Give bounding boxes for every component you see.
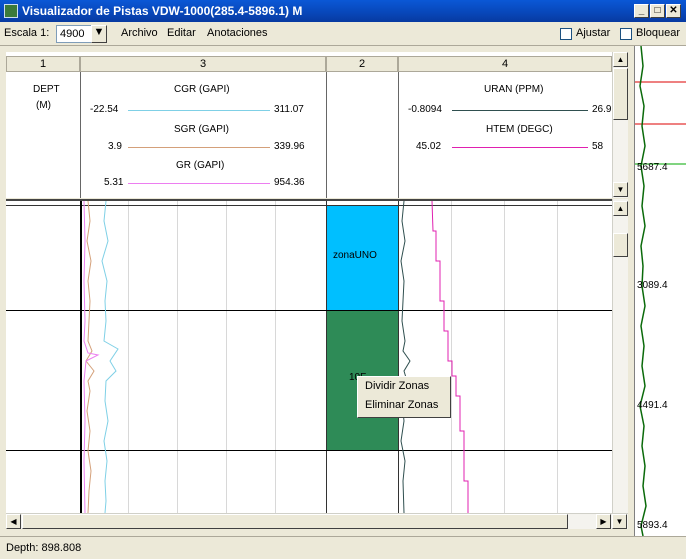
track-header-3[interactable]: 3 bbox=[80, 56, 326, 72]
horizontal-scroll-thumb[interactable] bbox=[22, 514, 568, 529]
header-divider bbox=[398, 72, 399, 198]
ajustar-label: Ajustar bbox=[576, 27, 611, 39]
track4-curves bbox=[400, 201, 469, 513]
curve-name-sgr[interactable]: SGR (GAPI) bbox=[174, 124, 229, 135]
grid-line bbox=[177, 201, 178, 513]
zone-label-1: zonaUNO bbox=[333, 250, 377, 261]
track-header-4[interactable]: 4 bbox=[398, 56, 612, 72]
depth-label-2: 3089.4 bbox=[637, 280, 668, 291]
toolbar: Escala 1: 4900 ▼ Archivo Editar Anotacio… bbox=[0, 22, 686, 46]
scroll-up-button[interactable]: ▲ bbox=[613, 201, 628, 216]
ajustar-checkbox[interactable] bbox=[560, 28, 572, 40]
curve-cgr-trace bbox=[101, 201, 119, 513]
curve-htem-trace bbox=[431, 201, 469, 513]
curve-min-sgr: 3.9 bbox=[108, 141, 122, 152]
scroll-thumb[interactable] bbox=[613, 68, 628, 120]
header-divider bbox=[80, 72, 81, 198]
scroll-thumb[interactable] bbox=[613, 233, 628, 257]
curve-min-uran: -0.8094 bbox=[408, 104, 442, 115]
scroll-left-button[interactable]: ◀ bbox=[6, 514, 21, 529]
menu-item-dividir-zonas[interactable]: Dividir Zonas bbox=[358, 377, 450, 396]
track3-curves bbox=[80, 201, 119, 513]
menu-anotaciones[interactable]: Anotaciones bbox=[207, 27, 268, 39]
maximize-button[interactable]: □ bbox=[650, 4, 665, 18]
depth-overview-bar[interactable]: 5687.4 3089.4 4491.4 5893.4 bbox=[634, 46, 686, 536]
depth-label-4: 5893.4 bbox=[637, 520, 668, 531]
close-button[interactable]: ✕ bbox=[666, 4, 681, 18]
curve-line-uran bbox=[452, 110, 588, 111]
curve-gr-trace bbox=[83, 201, 100, 513]
menu-archivo[interactable]: Archivo bbox=[121, 27, 158, 39]
chevron-down-icon: ▼ bbox=[93, 26, 105, 38]
menu-editar[interactable]: Editar bbox=[167, 27, 196, 39]
curve-sgr-trace bbox=[85, 201, 95, 513]
scroll-up-button[interactable]: ▲ bbox=[613, 52, 628, 67]
grid-line bbox=[504, 201, 505, 513]
curve-max-gr: 954.36 bbox=[274, 177, 305, 188]
scroll-down-button[interactable]: ▼ bbox=[612, 514, 627, 529]
title-bar: Visualizador de Pistas VDW-1000(285.4-58… bbox=[0, 0, 686, 22]
depth-label-3: 4491.4 bbox=[637, 400, 668, 411]
depth-overview-curve bbox=[635, 46, 686, 536]
status-depth: Depth: 898.808 bbox=[6, 542, 82, 554]
dept-label: DEPT bbox=[33, 84, 60, 95]
curve-max-cgr: 311.07 bbox=[274, 104, 304, 115]
scale-dropdown-button[interactable]: ▼ bbox=[91, 25, 107, 43]
app-icon bbox=[4, 4, 18, 18]
grid-line bbox=[557, 201, 558, 513]
curve-uran-trace bbox=[400, 201, 411, 513]
curve-line-gr bbox=[128, 183, 270, 184]
curve-line-htem bbox=[452, 147, 588, 148]
curve-name-uran[interactable]: URAN (PPM) bbox=[484, 84, 543, 95]
curve-max-uran: 26.9 bbox=[592, 104, 612, 115]
curve-name-cgr[interactable]: CGR (GAPI) bbox=[174, 84, 230, 95]
scroll-down-button[interactable]: ▼ bbox=[613, 182, 628, 197]
window-title: Visualizador de Pistas VDW-1000(285.4-58… bbox=[22, 4, 303, 18]
scale-label: Escala 1: bbox=[4, 27, 50, 39]
curve-min-gr: 5.31 bbox=[104, 177, 124, 188]
curve-min-cgr: -22.54 bbox=[90, 104, 119, 115]
header-scrollbar[interactable]: ▲ ▼ bbox=[612, 52, 628, 198]
track-header-1[interactable]: 1 bbox=[6, 56, 80, 72]
curve-max-sgr: 339.96 bbox=[274, 141, 305, 152]
menu-item-eliminar-zonas[interactable]: Eliminar Zonas bbox=[358, 396, 450, 415]
scroll-right-button[interactable]: ▶ bbox=[596, 514, 611, 529]
curve-name-htem[interactable]: HTEM (DEGC) bbox=[486, 124, 553, 135]
dept-unit: (M) bbox=[36, 100, 51, 111]
bloquear-label: Bloquear bbox=[636, 27, 681, 39]
status-bar: Depth: 898.808 bbox=[0, 536, 686, 559]
zone-context-menu: Dividir Zonas Eliminar Zonas bbox=[357, 376, 451, 418]
grid-line bbox=[275, 201, 276, 513]
bloquear-checkbox[interactable] bbox=[620, 28, 632, 40]
horizontal-scrollbar[interactable]: ◀ ▶ ▼ bbox=[6, 513, 628, 529]
curve-min-htem: 45.02 bbox=[416, 141, 442, 152]
track-header-2[interactable]: 2 bbox=[326, 56, 398, 72]
minimize-button[interactable]: _ bbox=[634, 4, 649, 18]
curve-line-sgr bbox=[128, 147, 270, 148]
curve-max-htem: 58 bbox=[592, 141, 604, 152]
depth-label-1: 5687.4 bbox=[637, 162, 668, 173]
grid-line bbox=[226, 201, 227, 513]
body-vertical-scrollbar[interactable]: ▲ bbox=[612, 199, 628, 513]
header-divider bbox=[326, 72, 327, 198]
curve-name-gr[interactable]: GR (GAPI) bbox=[176, 160, 224, 171]
zone-block-1[interactable]: zonaUNO bbox=[327, 206, 398, 310]
scale-input[interactable]: 4900 bbox=[56, 25, 92, 43]
curve-line-cgr bbox=[128, 110, 270, 111]
